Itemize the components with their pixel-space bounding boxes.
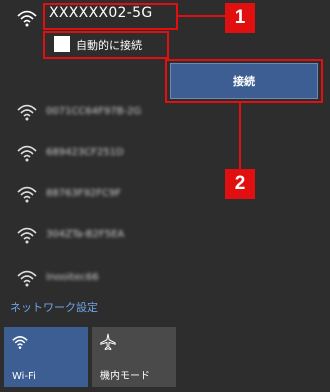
wifi-signal-icon	[17, 10, 37, 27]
wifi-signal-icon	[17, 227, 37, 244]
callout-number-2: 2	[225, 169, 255, 199]
callout-box-ssid	[43, 3, 178, 30]
wifi-signal-icon	[17, 186, 37, 203]
wifi-tile-label: Wi-Fi	[12, 371, 36, 382]
airplane-mode-tile[interactable]: 機内モード	[92, 327, 176, 387]
network-item[interactable]: 304ZTa-B2F5EA	[0, 215, 330, 255]
network-name: Inooitec66	[46, 272, 99, 283]
wifi-signal-icon	[17, 145, 37, 162]
callout-box-auto-connect	[43, 31, 169, 59]
callout-box-connect	[165, 59, 323, 103]
wifi-icon	[12, 336, 28, 349]
network-name: 304ZTa-B2F5EA	[46, 229, 125, 240]
callout-line-2	[239, 103, 241, 169]
network-item[interactable]: Inooitec66	[0, 256, 330, 292]
wifi-signal-icon	[17, 270, 37, 287]
network-item[interactable]: 689423CF251D	[0, 133, 330, 173]
wifi-tile[interactable]: Wi-Fi	[4, 327, 88, 387]
airplane-icon	[100, 333, 116, 351]
callout-number-1: 1	[225, 3, 255, 33]
network-name: 689423CF251D	[46, 147, 124, 158]
wifi-signal-icon	[17, 104, 37, 121]
callout-line-1	[178, 15, 225, 17]
network-settings-link[interactable]: ネットワーク設定	[10, 299, 98, 315]
network-name: 88763F92FC9F	[46, 188, 122, 199]
network-item[interactable]: 88763F92FC9F	[0, 174, 330, 214]
airplane-mode-tile-label: 機内モード	[100, 371, 150, 382]
network-name: 0071CC64F97B-2G	[46, 106, 142, 117]
